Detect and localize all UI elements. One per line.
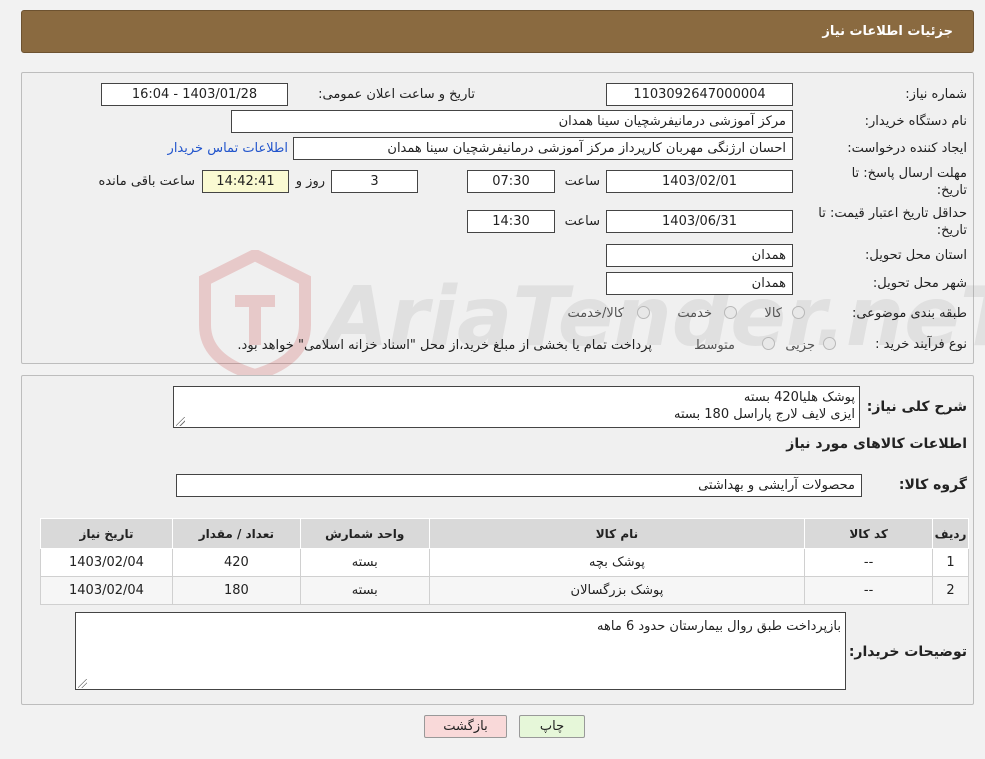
summary-line-2: ایزی لایف لارج پاراسل 180 بسته xyxy=(674,407,855,422)
cell-code: -- xyxy=(804,576,934,605)
announce-date-label: تاریخ و ساعت اعلان عمومی: xyxy=(318,87,475,102)
buyer-notes-label: توضیحات خریدار: xyxy=(848,644,967,660)
city-field: همدان xyxy=(606,272,793,295)
deadline-time-label: ساعت xyxy=(564,174,600,189)
table-header-row: ردیف کد کالا نام کالا واحد شمارش تعداد /… xyxy=(40,518,969,549)
col-unit-header: واحد شمارش xyxy=(299,518,430,549)
table-row: 1 -- پوشک بچه بسته 420 1403/02/04 xyxy=(40,548,969,577)
back-button[interactable]: بازگشت xyxy=(424,715,507,738)
buyer-org-label: نام دستگاه خریدار: xyxy=(864,114,967,129)
cell-unit: بسته xyxy=(299,548,430,577)
validity-time-field: 14:30 xyxy=(467,210,555,233)
buyer-notes-text: بازپرداخت طبق روال بیمارستان حدود 6 ماهه xyxy=(597,619,841,634)
process-option-small: جزیی xyxy=(785,338,815,353)
cell-name: پوشک بچه xyxy=(428,548,806,577)
cell-row: 2 xyxy=(932,576,969,605)
need-number-field: 1103092647000004 xyxy=(606,83,793,106)
col-name-header: نام کالا xyxy=(428,518,806,549)
category-radio-service[interactable] xyxy=(724,306,737,319)
col-date-header: تاریخ نیاز xyxy=(40,518,173,549)
goods-group-field: محصولات آرایشی و بهداشتی xyxy=(176,474,862,497)
category-option-goods: کالا xyxy=(764,306,782,321)
resize-handle-icon[interactable] xyxy=(176,417,185,426)
goods-group-label: گروه کالا: xyxy=(898,477,967,493)
province-label: استان محل تحویل: xyxy=(865,248,967,263)
creator-field: احسان ارژنگی مهربان کارپرداز مرکز آموزشی… xyxy=(293,137,793,160)
days-label: روز و xyxy=(295,174,325,189)
category-option-service: خدمت xyxy=(677,306,712,321)
category-radio-goods[interactable] xyxy=(792,306,805,319)
process-label: نوع فرآیند خرید : xyxy=(875,337,967,352)
summary-label: شرح کلی نیاز: xyxy=(866,399,967,415)
need-number-label: شماره نیاز: xyxy=(905,87,967,102)
remaining-time-label: ساعت باقی مانده xyxy=(98,174,195,189)
buyer-contact-link[interactable]: اطلاعات تماس خریدار xyxy=(168,141,288,156)
process-radio-medium[interactable] xyxy=(762,337,775,350)
validity-label-date: تاریخ: xyxy=(936,223,967,238)
page-title: جزئیات اطلاعات نیاز xyxy=(822,24,953,39)
page-header: جزئیات اطلاعات نیاز xyxy=(21,10,974,53)
category-label: طبقه بندی موضوعی: xyxy=(851,306,967,321)
goods-table: ردیف کد کالا نام کالا واحد شمارش تعداد /… xyxy=(40,518,969,605)
cell-date: 1403/02/04 xyxy=(40,576,173,605)
creator-label: ایجاد کننده درخواست: xyxy=(847,141,967,156)
deadline-label-date: تاریخ: xyxy=(936,183,967,198)
summary-textarea[interactable]: پوشک هلیا420 بسته ایزی لایف لارج پاراسل … xyxy=(173,386,860,428)
table-row: 2 -- پوشک بزرگسالان بسته 180 1403/02/04 xyxy=(40,576,969,605)
col-quantity-header: تعداد / مقدار xyxy=(171,518,301,549)
goods-info-title: اطلاعات کالاهای مورد نیاز xyxy=(786,436,967,452)
validity-label: حداقل تاریخ اعتبار قیمت: تا xyxy=(818,206,967,221)
announce-date-field: 1403/01/28 - 16:04 xyxy=(101,83,288,106)
watermark-logo-icon xyxy=(199,248,311,382)
deadline-label: مهلت ارسال پاسخ: تا xyxy=(851,166,967,181)
deadline-time-field: 07:30 xyxy=(467,170,555,193)
watermark: AriaTender.neT xyxy=(195,248,985,382)
province-field: همدان xyxy=(606,244,793,267)
buyer-org-field: مرکز آموزشی درمانیفرشچیان سینا همدان xyxy=(231,110,793,133)
cell-quantity: 420 xyxy=(171,548,301,577)
col-code-header: کد کالا xyxy=(804,518,934,549)
cell-quantity: 180 xyxy=(171,576,301,605)
summary-line-1: پوشک هلیا420 بسته xyxy=(743,390,855,405)
process-option-medium: متوسط xyxy=(694,338,735,353)
days-remaining-field: 3 xyxy=(331,170,418,193)
city-label: شهر محل تحویل: xyxy=(872,276,967,291)
col-row-header: ردیف xyxy=(932,518,969,549)
validity-date-field: 1403/06/31 xyxy=(606,210,793,233)
cell-name: پوشک بزرگسالان xyxy=(428,576,806,605)
validity-time-label: ساعت xyxy=(564,214,600,229)
process-radio-small[interactable] xyxy=(823,337,836,350)
cell-unit: بسته xyxy=(299,576,430,605)
cell-row: 1 xyxy=(932,548,969,577)
print-button[interactable]: چاپ xyxy=(519,715,585,738)
deadline-date-field: 1403/02/01 xyxy=(606,170,793,193)
process-note: پرداخت تمام یا بخشی از مبلغ خرید،از محل … xyxy=(237,338,652,353)
category-option-goods-service: کالا/خدمت xyxy=(567,306,624,321)
buyer-notes-textarea[interactable]: بازپرداخت طبق روال بیمارستان حدود 6 ماهه xyxy=(75,612,846,690)
cell-date: 1403/02/04 xyxy=(40,548,173,577)
resize-handle-icon[interactable] xyxy=(78,679,87,688)
remaining-time-field: 14:42:41 xyxy=(202,170,289,193)
category-radio-goods-service[interactable] xyxy=(637,306,650,319)
cell-code: -- xyxy=(804,548,934,577)
